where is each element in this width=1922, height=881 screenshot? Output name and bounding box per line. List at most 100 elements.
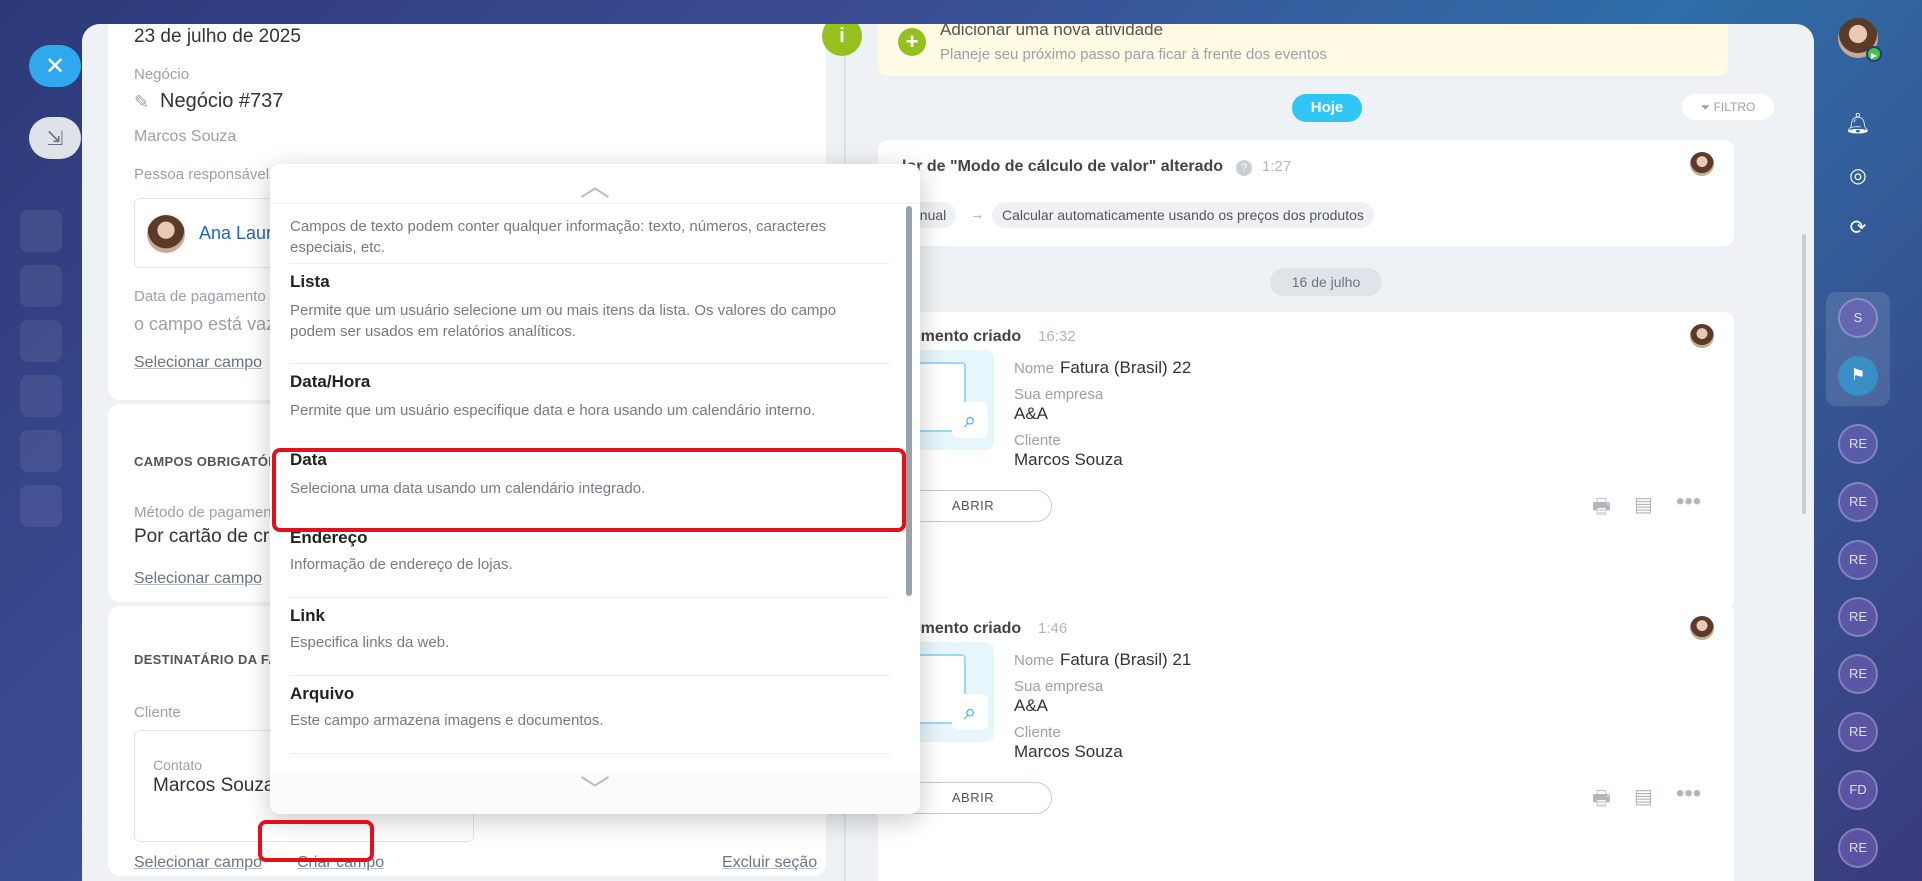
section-title: CAMPOS OBRIGATÓRIO	[134, 454, 293, 469]
background-ghost	[20, 430, 62, 472]
client-value: Marcos Souza	[1014, 742, 1123, 761]
payment-method-value[interactable]: Por cartão de créd	[134, 526, 290, 548]
more-icon[interactable]: •••	[1676, 780, 1701, 808]
popup-scrollbar[interactable]	[906, 206, 912, 596]
document-name: Fatura (Brasil) 22	[1060, 358, 1192, 377]
option-name: Data/Hora	[290, 372, 371, 391]
chat-avatar[interactable]: RE	[1838, 482, 1878, 522]
deal-value[interactable]: Negócio #737	[160, 90, 283, 113]
company-value: A&A	[1014, 696, 1049, 715]
field-type-option-datetime[interactable]: Data/Hora Permite que um usuário especif…	[290, 372, 890, 442]
close-slider-button[interactable]: ✕	[29, 45, 81, 87]
company-value: A&A	[1014, 404, 1049, 423]
chat-avatar[interactable]: RE	[1838, 424, 1878, 464]
background-ghost	[20, 320, 62, 362]
select-field-link[interactable]: Selecionar campo	[134, 354, 262, 372]
background-ghost	[20, 265, 62, 307]
contact-label: Contato	[153, 757, 203, 773]
avatar	[1690, 616, 1714, 640]
chat-avatar[interactable]: RE	[1838, 712, 1878, 752]
delete-section-link[interactable]: Excluir seção	[722, 854, 817, 872]
option-name: Link	[290, 606, 325, 625]
avatar	[1690, 152, 1714, 176]
timeline-scrollbar[interactable]	[1802, 234, 1806, 514]
option-desc: Permite que um usuário selecione um ou m…	[290, 302, 837, 340]
bell-icon[interactable]: 🔔︎	[1840, 106, 1876, 142]
chat-avatar[interactable]: FD	[1838, 770, 1878, 810]
add-activity-bar[interactable]: + Adicionar uma nova atividade Planeje s…	[878, 24, 1728, 76]
right-sidebar: ▶ 🔔︎ ◎ ⟳ S ⚑ RE RE RE RE RE RE FD RE	[1814, 0, 1922, 881]
document-card: cumento criado 16:32 ⌕ Nome Fatura (Bras…	[878, 312, 1734, 610]
online-status-icon: ▶	[1866, 46, 1882, 62]
client-label: Cliente	[1014, 724, 1061, 741]
add-activity-hint: Planeje seu próximo passo para ficar à f…	[940, 46, 1327, 63]
change-time: 1:27	[1262, 158, 1292, 175]
background-ghost	[20, 210, 62, 252]
document-time: 1:46	[1038, 620, 1068, 637]
field-type-option-file[interactable]: Arquivo Este campo armazena imagens e do…	[290, 684, 890, 754]
filter-label: FILTRO	[1713, 100, 1756, 114]
name-label: Nome	[1014, 360, 1055, 377]
name-label: Nome	[1014, 652, 1055, 669]
close-icon: ✕	[44, 52, 66, 80]
collapse-icon: ⇲	[46, 127, 64, 150]
print-icon[interactable]: 🖶	[1592, 492, 1611, 526]
field-type-option-address[interactable]: Endereço Informação de endereço de lojas…	[290, 528, 890, 598]
deal-label: Negócio	[134, 66, 190, 83]
date-value: 23 de julho de 2025	[134, 26, 301, 47]
note-icon[interactable]: ▤	[1634, 784, 1653, 809]
field-type-option-list[interactable]: Lista Permite que um usuário selecione u…	[290, 272, 890, 364]
avatar	[147, 215, 185, 253]
option-desc: Informação de endereço de lojas.	[290, 556, 513, 573]
payment-method-label: Método de pagament	[134, 504, 276, 521]
option-desc: Permite que um usuário especifique data …	[290, 402, 816, 419]
section-title: DESTINATÁRIO DA FAT	[134, 652, 286, 667]
chat-avatar[interactable]: RE	[1838, 597, 1878, 637]
select-field-link[interactable]: Selecionar campo	[134, 854, 262, 872]
target-icon[interactable]: ◎	[1840, 158, 1876, 194]
highlight-date-option	[272, 448, 906, 532]
scroll-up-arrow-icon[interactable]: ︿	[270, 164, 920, 204]
filter-button[interactable]: ⏷ FILTRO	[1682, 94, 1774, 120]
arrow-icon: →	[970, 206, 984, 222]
new-value-chip: Calcular automaticamente usando os preço…	[992, 202, 1374, 228]
highlight-create-field	[258, 820, 374, 862]
more-icon[interactable]: •••	[1676, 488, 1701, 516]
field-type-option-link[interactable]: Link Especifica links da web.	[290, 606, 890, 676]
option-desc: Especifica links da web.	[290, 634, 450, 651]
chat-avatar[interactable]: RE	[1838, 654, 1878, 694]
responsible-label: Pessoa responsável	[134, 166, 270, 183]
field-type-option-text[interactable]: Campos de texto podem conter qualquer in…	[290, 216, 890, 264]
client-value: Marcos Souza	[1014, 450, 1123, 469]
scroll-down-arrow-icon[interactable]: ﹀	[270, 774, 920, 814]
sync-icon[interactable]: ⟳	[1840, 210, 1876, 246]
bookmark-icon[interactable]: ⚑	[1838, 356, 1878, 396]
option-desc: Este campo armazena imagens e documentos…	[290, 712, 604, 729]
plus-icon: +	[898, 28, 926, 56]
today-marker: Hoje	[1292, 94, 1362, 122]
document-card: cumento criado 1:46 ⌕ Nome Fatura (Brasi…	[878, 604, 1734, 881]
document-time: 16:32	[1038, 328, 1076, 345]
collapse-button[interactable]: ⇲	[29, 117, 81, 159]
contact-name[interactable]: Marcos Souza	[153, 775, 274, 797]
chat-avatar[interactable]: RE	[1838, 828, 1878, 868]
select-field-link[interactable]: Selecionar campo	[134, 570, 262, 588]
background-ghost	[20, 485, 62, 527]
date-divider: 16 de julho	[1270, 268, 1382, 296]
chat-avatar[interactable]: S	[1838, 298, 1878, 338]
document-name: Fatura (Brasil) 21	[1060, 650, 1192, 669]
background-ghost	[20, 375, 62, 417]
chat-avatar[interactable]: RE	[1838, 540, 1878, 580]
option-name: Arquivo	[290, 684, 355, 703]
empty-field-text: o campo está vaz	[134, 314, 276, 334]
deal-icon: ✎	[134, 92, 150, 112]
help-icon[interactable]: ?	[1236, 160, 1252, 176]
owner-name: Marcos Souza	[134, 128, 237, 145]
option-name: Lista	[290, 272, 330, 291]
change-title: lor de "Modo de cálculo de valor" altera…	[902, 158, 1224, 175]
print-icon[interactable]: 🖶	[1592, 784, 1611, 818]
magnifier-icon: ⌕	[952, 402, 988, 438]
note-icon[interactable]: ▤	[1634, 492, 1653, 517]
filter-icon: ⏷	[1700, 100, 1714, 114]
info-icon: i	[822, 24, 862, 56]
